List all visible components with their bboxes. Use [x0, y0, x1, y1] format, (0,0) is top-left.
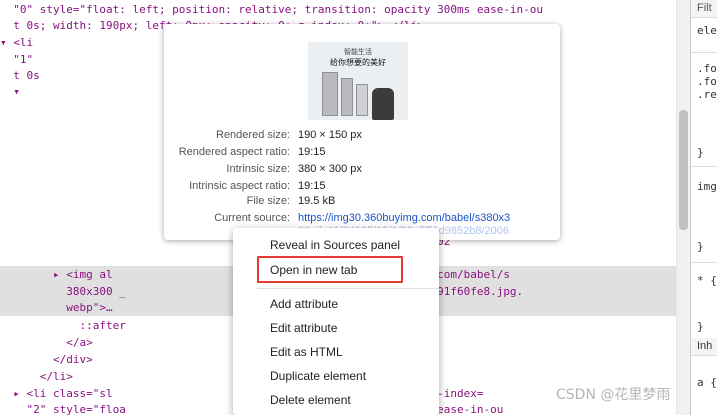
style-rule[interactable]: .re — [697, 88, 717, 101]
preview-value: 19:15 — [298, 146, 326, 158]
preview-value: 190 × 150 px — [298, 129, 362, 141]
style-rule[interactable]: a { — [697, 376, 717, 389]
appliance-graphic — [356, 84, 368, 116]
preview-value: 19:15 — [298, 180, 326, 192]
divider — [691, 262, 717, 263]
fridge-graphic — [341, 78, 353, 116]
code-line[interactable]: "0" style="float: left; position: relati… — [0, 2, 543, 18]
csdn-watermark: CSDN @花里梦雨 — [556, 387, 671, 403]
menu-item-add-attribute[interactable]: Add attribute — [233, 293, 439, 315]
menu-separator — [257, 288, 439, 289]
code-line[interactable]: </li> — [0, 369, 73, 385]
style-rule[interactable]: .fo — [697, 62, 717, 75]
inherited-label: Inh — [697, 340, 713, 352]
code-line[interactable]: ::after — [0, 318, 125, 334]
menu-item-edit-as-html[interactable]: Edit as HTML — [233, 341, 439, 363]
code-line[interactable]: ▾ — [0, 84, 20, 100]
fridge-graphic — [322, 72, 338, 116]
code-line[interactable]: </a> — [0, 335, 93, 351]
code-line[interactable]: t 0s — [0, 68, 40, 84]
preview-label: File size: — [246, 195, 290, 207]
elements-scrollbar[interactable] — [676, 0, 690, 415]
image-preview-tooltip: 智能生活 给你想要的美好 Rendered size: 190 × 150 px… — [164, 24, 560, 240]
person-graphic — [372, 88, 394, 120]
style-rule[interactable]: img — [697, 180, 717, 193]
style-rule[interactable]: ele — [697, 24, 717, 37]
style-rule: } — [697, 240, 704, 253]
thumbnail-caption: 给你想要的美好 — [330, 58, 386, 67]
divider — [691, 52, 717, 53]
divider — [691, 166, 717, 167]
preview-label: Intrinsic aspect ratio: — [189, 180, 290, 192]
highlight-annotation-box — [257, 256, 403, 283]
style-rule: } — [697, 320, 704, 333]
scrollbar-thumb[interactable] — [679, 110, 688, 230]
style-rule[interactable]: * { — [697, 274, 717, 287]
thumbnail-caption: 智能生活 — [344, 48, 372, 56]
preview-value: 19.5 kB — [298, 195, 336, 207]
image-thumbnail: 智能生活 给你想要的美好 — [308, 42, 408, 120]
menu-item-delete-element[interactable]: Delete element — [233, 389, 439, 411]
menu-item-duplicate-element[interactable]: Duplicate element — [233, 365, 439, 387]
menu-item-edit-attribute[interactable]: Edit attribute — [233, 317, 439, 339]
style-rule: } — [697, 146, 704, 159]
preview-label: Intrinsic size: — [226, 163, 290, 175]
preview-label: Rendered size: — [216, 129, 290, 141]
styles-filter[interactable]: Filt — [697, 2, 712, 14]
menu-item-reveal-in-sources[interactable]: Reveal in Sources panel — [233, 234, 439, 256]
style-rule[interactable]: .fo — [697, 75, 717, 88]
current-source-link[interactable]: https://img30.360buyimg.com/babel/s380x3 — [298, 211, 510, 225]
styles-panel[interactable]: Filt ele .fo .fo .re } img } * { } Inh a… — [690, 0, 717, 415]
preview-label: Current source: — [214, 212, 290, 224]
code-line[interactable]: webp">… — [0, 300, 112, 316]
preview-value: 380 × 300 px — [298, 163, 362, 175]
preview-label: Rendered aspect ratio: — [178, 146, 290, 158]
code-line[interactable]: </div> — [0, 352, 93, 368]
